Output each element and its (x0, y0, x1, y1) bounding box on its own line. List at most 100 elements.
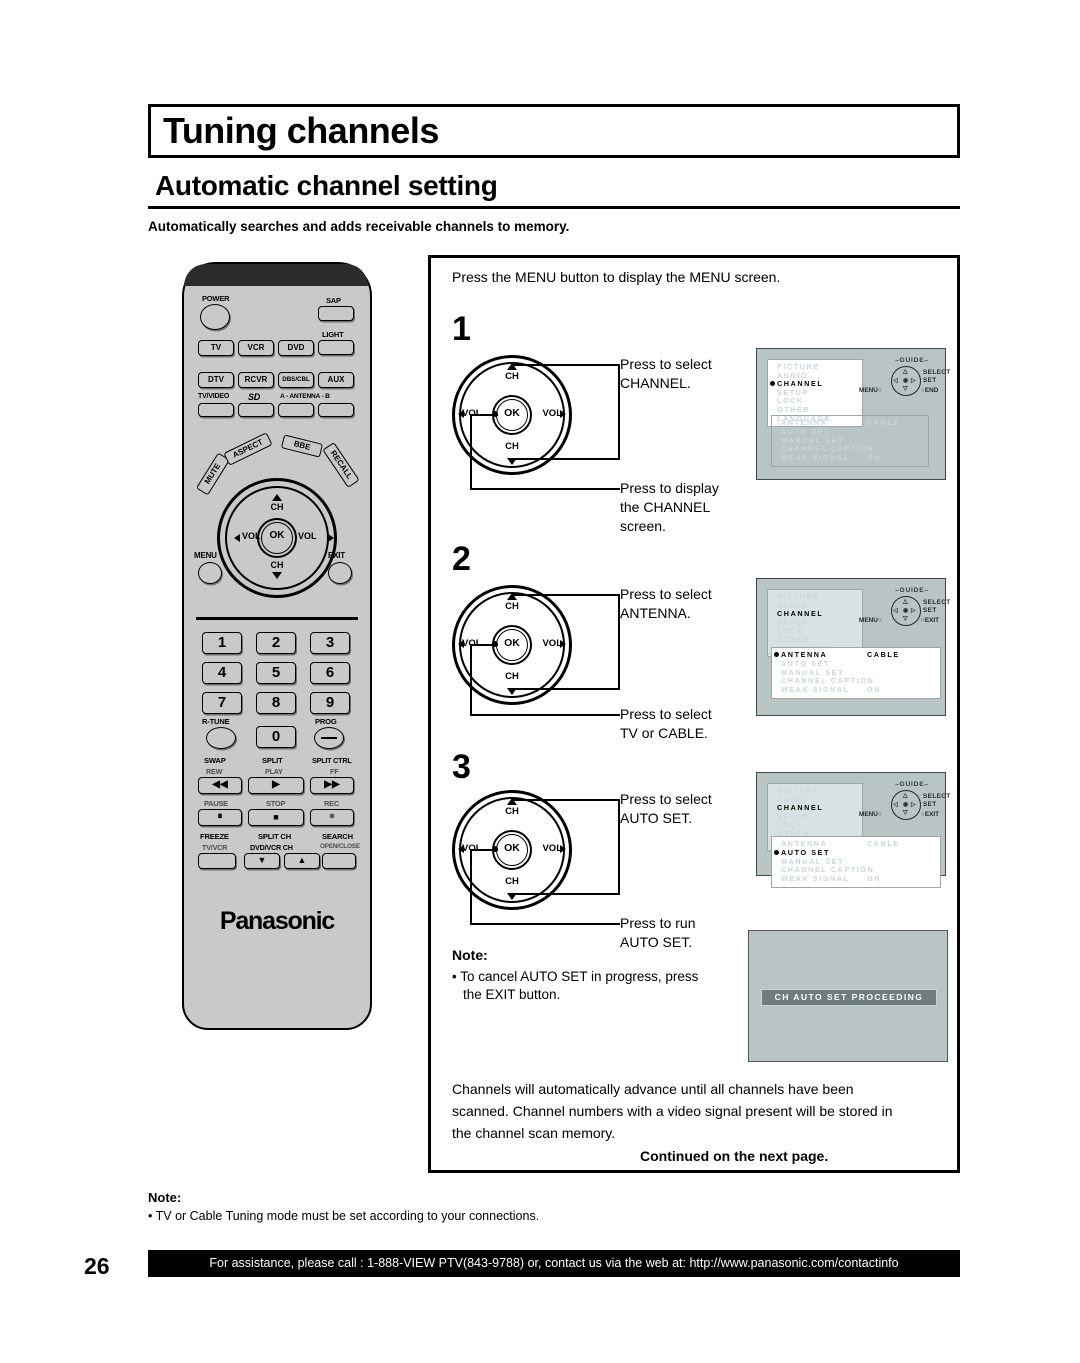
osd-selection-bullet (774, 850, 779, 855)
dbs-cbl-button[interactable]: DBS/CBL (278, 372, 314, 388)
r-tune-button[interactable] (206, 727, 236, 749)
split-ctrl-label: SPLIT CTRL (312, 756, 352, 765)
dial-ch-up-label: CH (270, 502, 284, 512)
stop-button[interactable]: ■ (248, 809, 304, 826)
guide-end-label: ○END (921, 387, 939, 394)
dpad-up-icon: △ (903, 599, 908, 605)
key-6[interactable]: 6 (310, 662, 350, 684)
rewind-button[interactable]: ◀◀ (198, 777, 242, 794)
pause-label: PAUSE (204, 799, 228, 808)
key-7[interactable]: 7 (202, 692, 242, 714)
continued-notice: Continued on the next page. (640, 1148, 829, 1164)
tv-button[interactable]: TV (198, 340, 234, 356)
ok-label: OK (504, 637, 520, 649)
dtv-button[interactable]: DTV (198, 372, 234, 388)
callout-line: Press to display (620, 480, 719, 496)
dpad-down-icon: ▽ (903, 386, 908, 392)
bullet-icon: • (452, 969, 457, 984)
rcvr-button[interactable]: RCVR (238, 372, 274, 388)
callout-line: screen. (620, 518, 666, 534)
key-5[interactable]: 5 (256, 662, 296, 684)
menu-button[interactable] (198, 562, 222, 584)
fast-forward-button[interactable]: ▶▶ (310, 777, 354, 794)
split-label: SPLIT (262, 756, 283, 765)
key-8[interactable]: 8 (256, 692, 296, 714)
r-tune-label: R-TUNE (202, 717, 230, 726)
key-0[interactable]: 0 (256, 726, 296, 748)
dpad-center-icon: ◉ (903, 608, 909, 614)
key-2[interactable]: 2 (256, 632, 296, 654)
page-number: 26 (84, 1253, 110, 1279)
light-button[interactable] (318, 340, 354, 355)
leader-line (470, 923, 620, 925)
submenu-value: ON (867, 874, 881, 884)
menu-label: MENU (194, 551, 217, 560)
osd-submenu-item: WEAK SIGNAL ON (781, 453, 924, 463)
guide-menu-label: MENU○ (859, 617, 882, 624)
dpad-left-icon: ◁ (893, 608, 898, 614)
guide-set-label: SET (923, 377, 937, 384)
section-rule (148, 206, 960, 209)
vcr-button[interactable]: VCR (238, 340, 274, 356)
guide-header: –GUIDE– (895, 781, 929, 788)
dial-right-arrow-icon (328, 534, 334, 542)
dial-vol-left-label: VOL (242, 531, 261, 541)
submenu-label: WEAK SIGNAL (781, 453, 850, 463)
guide-dpad-icon: △ ◁ ◉ ▷ ▽ (891, 366, 921, 396)
dial-ch-up-label: CH (505, 371, 519, 382)
guide-set-label: SET (923, 607, 937, 614)
sd-button[interactable] (238, 403, 274, 417)
note-title: Note: (452, 947, 488, 963)
play-button[interactable]: ▶ (248, 777, 304, 794)
freeze-button[interactable] (198, 853, 236, 869)
brand-logo: Panasonic (219, 907, 335, 935)
osd-screen-step-3: PICTURE AUDIO CHANNEL SETUP LOCK OTHER L… (756, 772, 950, 888)
leader-line (470, 849, 472, 925)
footer-note-title: Note: (148, 1190, 182, 1205)
footer-note-bullet: • TV or Cable Tuning mode must be set ac… (148, 1209, 540, 1223)
guide-exit-label: ○EXIT (921, 617, 940, 624)
split-ch-label: SPLIT CH (258, 832, 291, 841)
closing-line: the channel scan memory. (452, 1125, 616, 1141)
step-3-callout-top: Press to select AUTO SET. (620, 790, 712, 828)
leader-line (470, 849, 498, 851)
channel-down-button[interactable]: ▼ (244, 853, 280, 869)
callout-line: CHANNEL. (620, 375, 691, 391)
remote-navigation-dial[interactable]: CH OK VOL VOL CH (212, 478, 342, 598)
closing-line: scanned. Channel numbers with a video si… (452, 1103, 893, 1119)
dvd-button[interactable]: DVD (278, 340, 314, 356)
aux-button[interactable]: AUX (318, 372, 354, 388)
osd-guide: –GUIDE– △ ◁ ◉ ▷ ▽ SELECT SET MENU○ ○END (859, 357, 955, 405)
key-9[interactable]: 9 (310, 692, 350, 714)
dpad-down-icon: ▽ (903, 810, 908, 816)
remote-control-illustration: POWER SAP LIGHT TV VCR DVD DTV RCVR DBS/… (182, 262, 372, 1030)
freeze-label: FREEZE (200, 832, 229, 841)
key-4[interactable]: 4 (202, 662, 242, 684)
key-1[interactable]: 1 (202, 632, 242, 654)
tv-video-button[interactable] (198, 403, 234, 417)
power-button[interactable] (200, 304, 230, 330)
sap-button[interactable] (318, 306, 354, 321)
fast-forward-icon: ▶▶ (324, 779, 340, 790)
dpad-right-icon: ▷ (911, 802, 916, 808)
leader-line (512, 594, 620, 596)
dpad-left-icon: ◁ (893, 378, 898, 384)
antenna-b-button[interactable] (318, 403, 354, 417)
page-title-box: Tuning channels (148, 104, 960, 158)
play-label: PLAY (265, 767, 283, 776)
page-title: Tuning channels (163, 110, 439, 151)
search-button[interactable] (322, 853, 356, 869)
leader-line (470, 644, 472, 716)
exit-button[interactable] (328, 562, 352, 584)
guide-menu-label: MENU○ (859, 387, 882, 394)
pause-button[interactable]: ⏸ (198, 809, 242, 826)
osd-selection-bullet (770, 381, 775, 386)
callout-line: Press to select (620, 706, 712, 722)
record-button[interactable]: ● (310, 809, 354, 826)
key-3[interactable]: 3 (310, 632, 350, 654)
step-3-number: 3 (452, 748, 471, 786)
antenna-a-button[interactable] (278, 403, 314, 417)
leader-line (470, 644, 498, 646)
dpad-down-icon: ▽ (903, 616, 908, 622)
channel-up-button[interactable]: ▲ (284, 853, 320, 869)
